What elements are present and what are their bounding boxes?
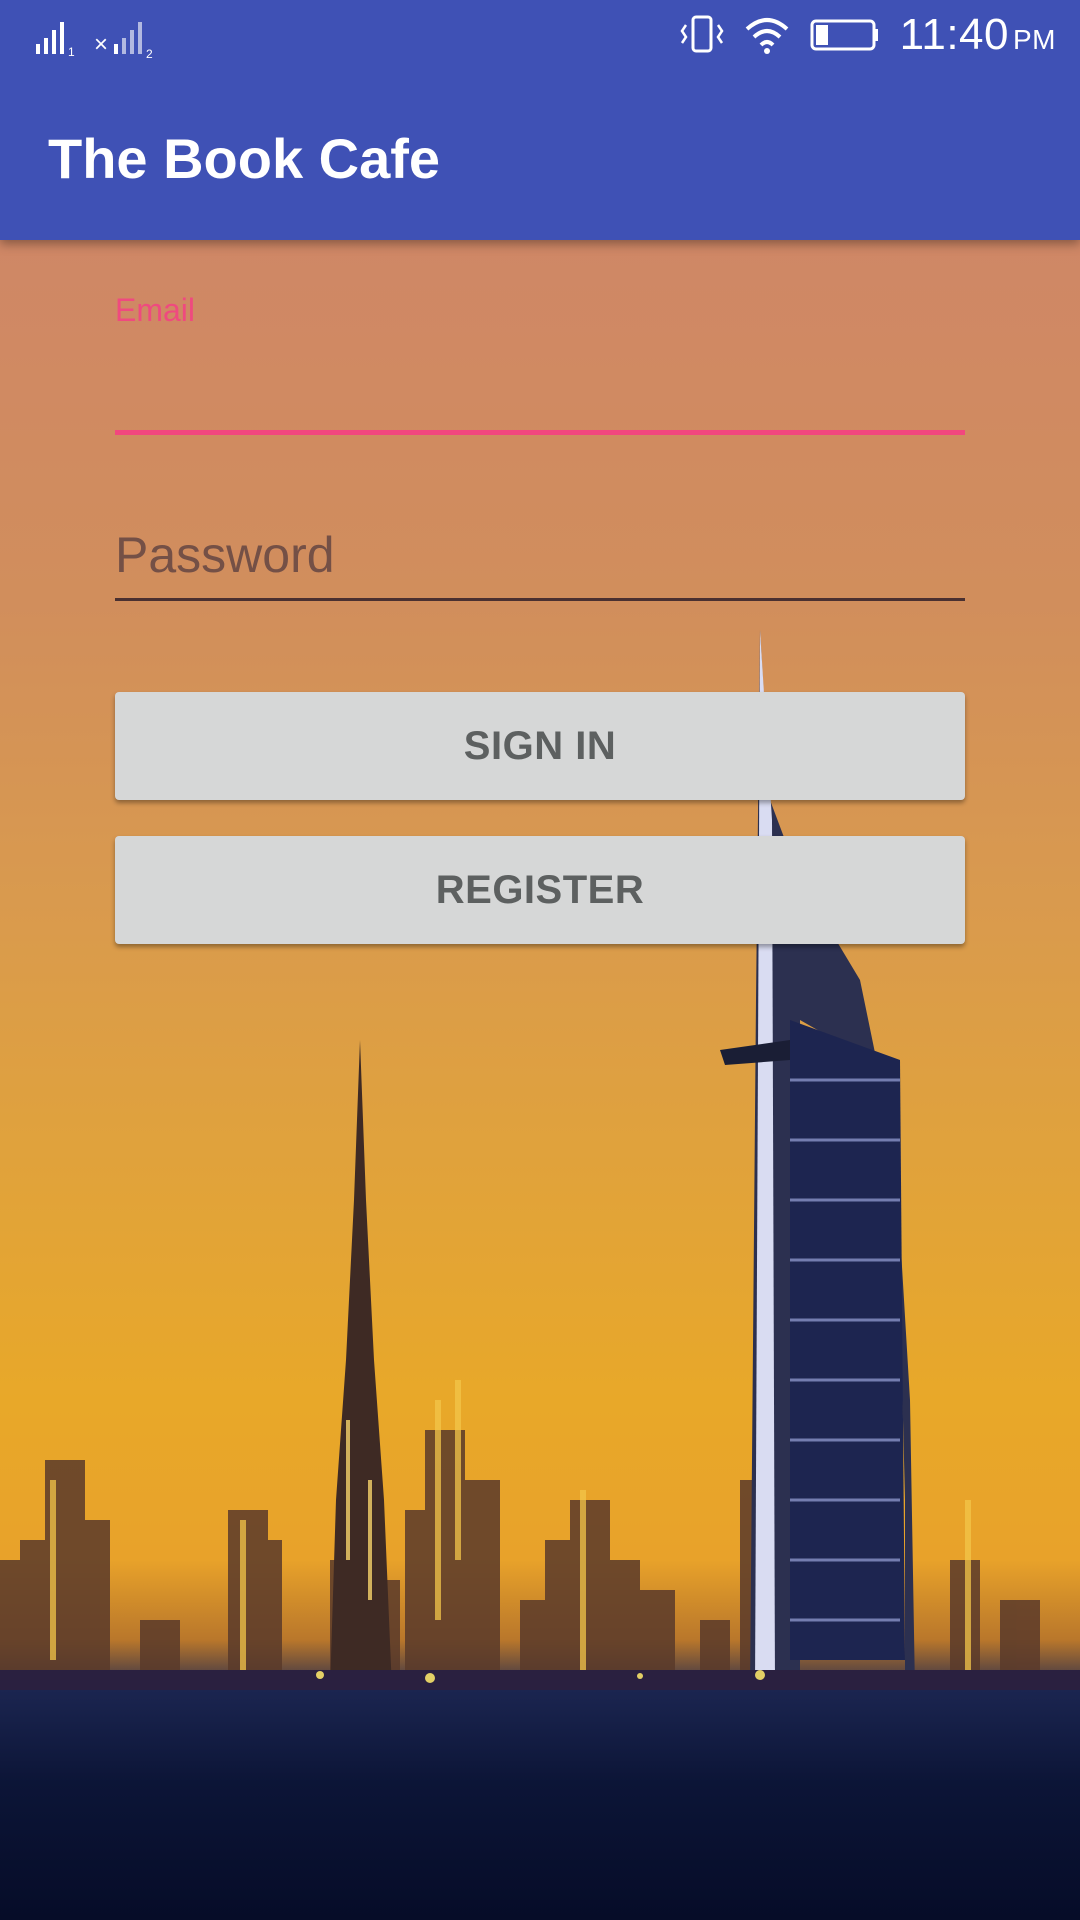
background-image bbox=[0, 0, 1080, 1920]
signal-icon: 1 × 2 bbox=[36, 22, 153, 61]
status-ampm: PM bbox=[1013, 24, 1056, 55]
svg-text:×: × bbox=[94, 31, 108, 58]
signal-icons: 1 × 2 bbox=[34, 16, 174, 65]
svg-text:2: 2 bbox=[146, 47, 153, 60]
email-underline bbox=[115, 430, 965, 435]
status-time: 11:40 bbox=[899, 10, 1009, 59]
email-input[interactable] bbox=[115, 350, 965, 420]
status-bar: 1 × 2 11:40 PM bbox=[0, 0, 1080, 75]
vibrate-icon bbox=[680, 15, 724, 53]
sign-in-button[interactable]: SIGN IN bbox=[115, 692, 965, 800]
water bbox=[0, 1690, 1080, 1920]
password-underline bbox=[115, 598, 965, 601]
email-label: Email bbox=[115, 292, 196, 328]
password-input[interactable] bbox=[115, 520, 965, 590]
status-clock: 11:40 PM bbox=[900, 10, 1056, 60]
app-header: 1 × 2 11:40 PM The Book Cafe bbox=[0, 0, 1080, 240]
city-skyline bbox=[0, 630, 1080, 1692]
app-title: The Book Cafe bbox=[48, 127, 441, 190]
register-button[interactable]: REGISTER bbox=[115, 836, 965, 944]
battery-icon bbox=[810, 19, 878, 51]
svg-text:1: 1 bbox=[68, 45, 75, 59]
wifi-icon bbox=[745, 18, 788, 54]
